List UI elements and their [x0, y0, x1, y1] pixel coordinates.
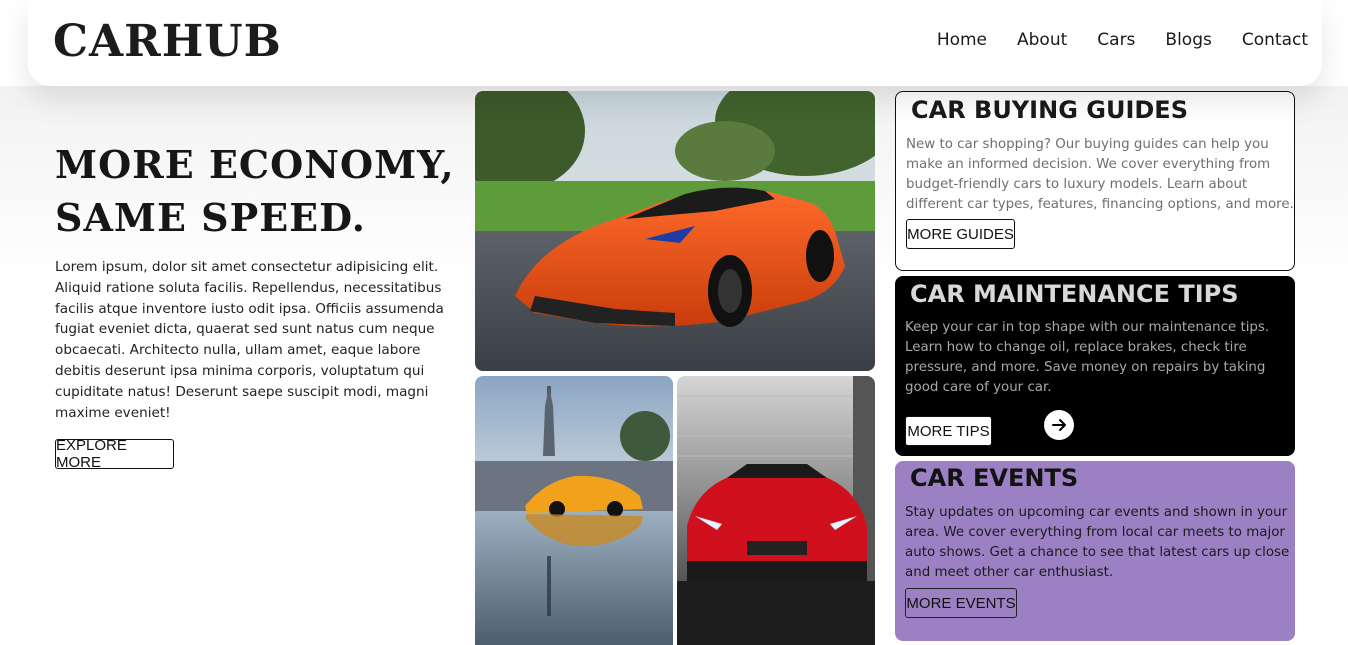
car-events-card: CAR EVENTS Stay updates on upcoming car … [895, 461, 1295, 641]
hero-title: MORE ECONOMY, SAME SPEED. [55, 142, 455, 240]
site-header: CARHUB Home About Cars Blogs Contact [28, 0, 1322, 86]
arrow-right-icon[interactable] [1044, 410, 1074, 440]
nav-about-link[interactable]: About [1017, 30, 1067, 50]
car-buying-guides-card: CAR BUYING GUIDES New to car shopping? O… [895, 91, 1295, 271]
nav-blogs-link[interactable]: Blogs [1165, 30, 1211, 50]
more-events-button[interactable]: MORE EVENTS [905, 588, 1017, 618]
hero-description: Lorem ipsum, dolor sit amet consectetur … [55, 259, 444, 421]
card-title: CAR EVENTS [910, 464, 1079, 492]
explore-more-button[interactable]: EXPLORE MORE [55, 437, 174, 471]
red-supercar-garage-photo [677, 376, 875, 645]
more-tips-button[interactable]: MORE TIPS [905, 416, 992, 446]
logo[interactable]: CARHUB [53, 16, 282, 67]
yellow-car-city-reflection-photo [475, 376, 673, 645]
nav-home-link[interactable]: Home [937, 30, 987, 50]
more-guides-button[interactable]: MORE GUIDES [906, 219, 1015, 249]
nav-contact-link[interactable]: Contact [1242, 30, 1308, 50]
card-description: Stay updates on upcoming car events and … [905, 505, 1290, 580]
orange-sports-car-photo [475, 91, 875, 371]
nav-cars-link[interactable]: Cars [1097, 30, 1135, 50]
main-nav: Home About Cars Blogs Contact [937, 30, 1308, 50]
card-description: New to car shopping? Our buying guides c… [906, 137, 1294, 212]
card-title: CAR MAINTENANCE TIPS [910, 280, 1239, 308]
card-title: CAR BUYING GUIDES [911, 96, 1188, 124]
car-maintenance-tips-card: CAR MAINTENANCE TIPS Keep your car in to… [895, 276, 1295, 456]
card-description: Keep your car in top shape with our main… [905, 320, 1270, 395]
